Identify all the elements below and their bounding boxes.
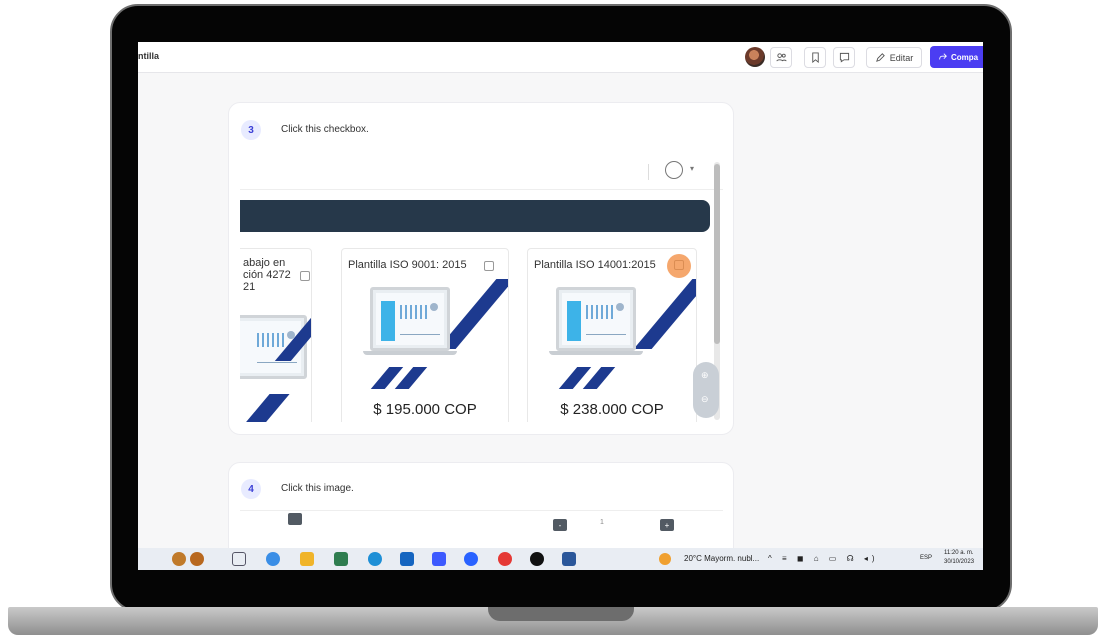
step-4-number: 4 <box>241 479 261 499</box>
product-checkbox[interactable] <box>484 261 494 271</box>
laptop-image[interactable] <box>556 287 636 351</box>
image-thumbnail-button[interactable] <box>288 513 302 525</box>
comment-icon <box>839 52 849 63</box>
divider <box>648 164 649 180</box>
product-title-line: ción 4272 <box>243 269 291 281</box>
product-title-line: 21 <box>243 281 256 293</box>
weather-text[interactable]: 20°C Mayorm. nubl... <box>684 554 759 563</box>
laptop-notch <box>488 607 634 621</box>
dial-icon <box>665 161 683 179</box>
increment-button[interactable]: + <box>660 519 674 531</box>
zoom-out-icon[interactable]: ⊖ <box>701 394 709 405</box>
people-icon <box>775 53 787 62</box>
bookmark-icon <box>811 52 819 63</box>
laptop-base-image <box>549 351 643 355</box>
document-title: ntilla <box>138 51 160 61</box>
top-bar: ntilla Editar Compa <box>138 42 983 73</box>
avatar[interactable] <box>745 47 765 67</box>
product-card[interactable]: Plantilla ISO 14001:2015 $ 238.000 COP <box>527 248 697 422</box>
product-checkbox[interactable] <box>300 271 310 281</box>
product-title: Plantilla ISO 14001:2015 <box>534 259 656 271</box>
file-explorer-icon[interactable] <box>300 552 314 566</box>
comment-button[interactable] <box>833 47 855 68</box>
clock-date: 30/10/2023 <box>944 559 975 565</box>
stripe-decoration <box>633 279 696 349</box>
product-title: Plantilla ISO 9001: 2015 <box>348 259 467 271</box>
screenshot-header: ▾ <box>240 154 723 190</box>
language-indicator[interactable]: ESP <box>920 555 932 561</box>
store-icon[interactable] <box>334 552 348 566</box>
product-card[interactable]: abajo en ción 4272 21 <box>240 248 312 422</box>
edit-button[interactable]: Editar <box>866 47 922 68</box>
tiktok-icon[interactable] <box>530 552 544 566</box>
quantity-value: 1 <box>600 519 604 526</box>
navy-banner <box>240 200 710 232</box>
bookmark-button[interactable] <box>804 47 826 68</box>
product-price: $ 238.000 COP <box>560 401 664 418</box>
step-3-instruction: Click this checkbox. <box>281 124 369 135</box>
share-label: Compa <box>951 52 979 62</box>
step-3-screenshot: ▾ abajo en ción 4272 21 Plantilla ISO 90… <box>240 154 723 422</box>
share-button[interactable]: Compa <box>930 46 983 68</box>
mail-icon[interactable] <box>400 552 414 566</box>
product-title: abajo en ción 4272 21 <box>243 257 291 293</box>
scrollbar-thumb[interactable] <box>714 164 720 344</box>
edge-icon[interactable] <box>368 552 382 566</box>
pencil-icon <box>875 53 885 62</box>
decrement-button[interactable]: - <box>553 519 567 531</box>
step-3-number: 3 <box>241 120 261 140</box>
edit-label: Editar <box>889 52 914 63</box>
screen: ntilla Editar Compa 3 Click this checkbo… <box>138 42 983 570</box>
word-icon[interactable] <box>562 552 576 566</box>
task-view-icon[interactable] <box>232 552 246 566</box>
product-price: $ 195.000 COP <box>373 401 477 418</box>
app-icon[interactable] <box>464 552 478 566</box>
product-card[interactable]: Plantilla ISO 9001: 2015 $ 195.000 COP <box>341 248 509 422</box>
click-highlight <box>667 254 691 278</box>
share-icon <box>939 53 947 60</box>
product-title-line: abajo en <box>243 257 286 269</box>
taskbar: 20°C Mayorm. nubl... ^ ≡ ◼ ⌂ ▭ ☊ ◂) ESP … <box>138 548 983 570</box>
pinned-app-icon[interactable] <box>190 552 204 566</box>
people-button[interactable] <box>770 47 792 68</box>
step-4-instruction: Click this image. <box>281 483 354 494</box>
tray-icons[interactable]: ^ ≡ ◼ ⌂ ▭ ☊ ◂) <box>768 554 879 563</box>
teams-icon[interactable] <box>432 552 446 566</box>
laptop-image[interactable] <box>370 287 450 351</box>
clock-time: 11:20 a. m. <box>944 550 974 556</box>
widgets-icon[interactable] <box>266 552 280 566</box>
clock[interactable]: 11:20 a. m. 30/10/2023 <box>944 549 974 567</box>
weather-icon[interactable] <box>659 553 671 565</box>
pinned-app-icon[interactable] <box>172 552 186 566</box>
chevron-down-icon: ▾ <box>690 164 695 173</box>
chrome-icon[interactable] <box>498 552 512 566</box>
laptop-base-image <box>363 351 457 355</box>
zoom-in-icon[interactable]: ⊕ <box>701 370 709 381</box>
stripe-decoration <box>244 394 290 422</box>
zoom-controls: ⊕ ⊖ <box>693 362 719 418</box>
